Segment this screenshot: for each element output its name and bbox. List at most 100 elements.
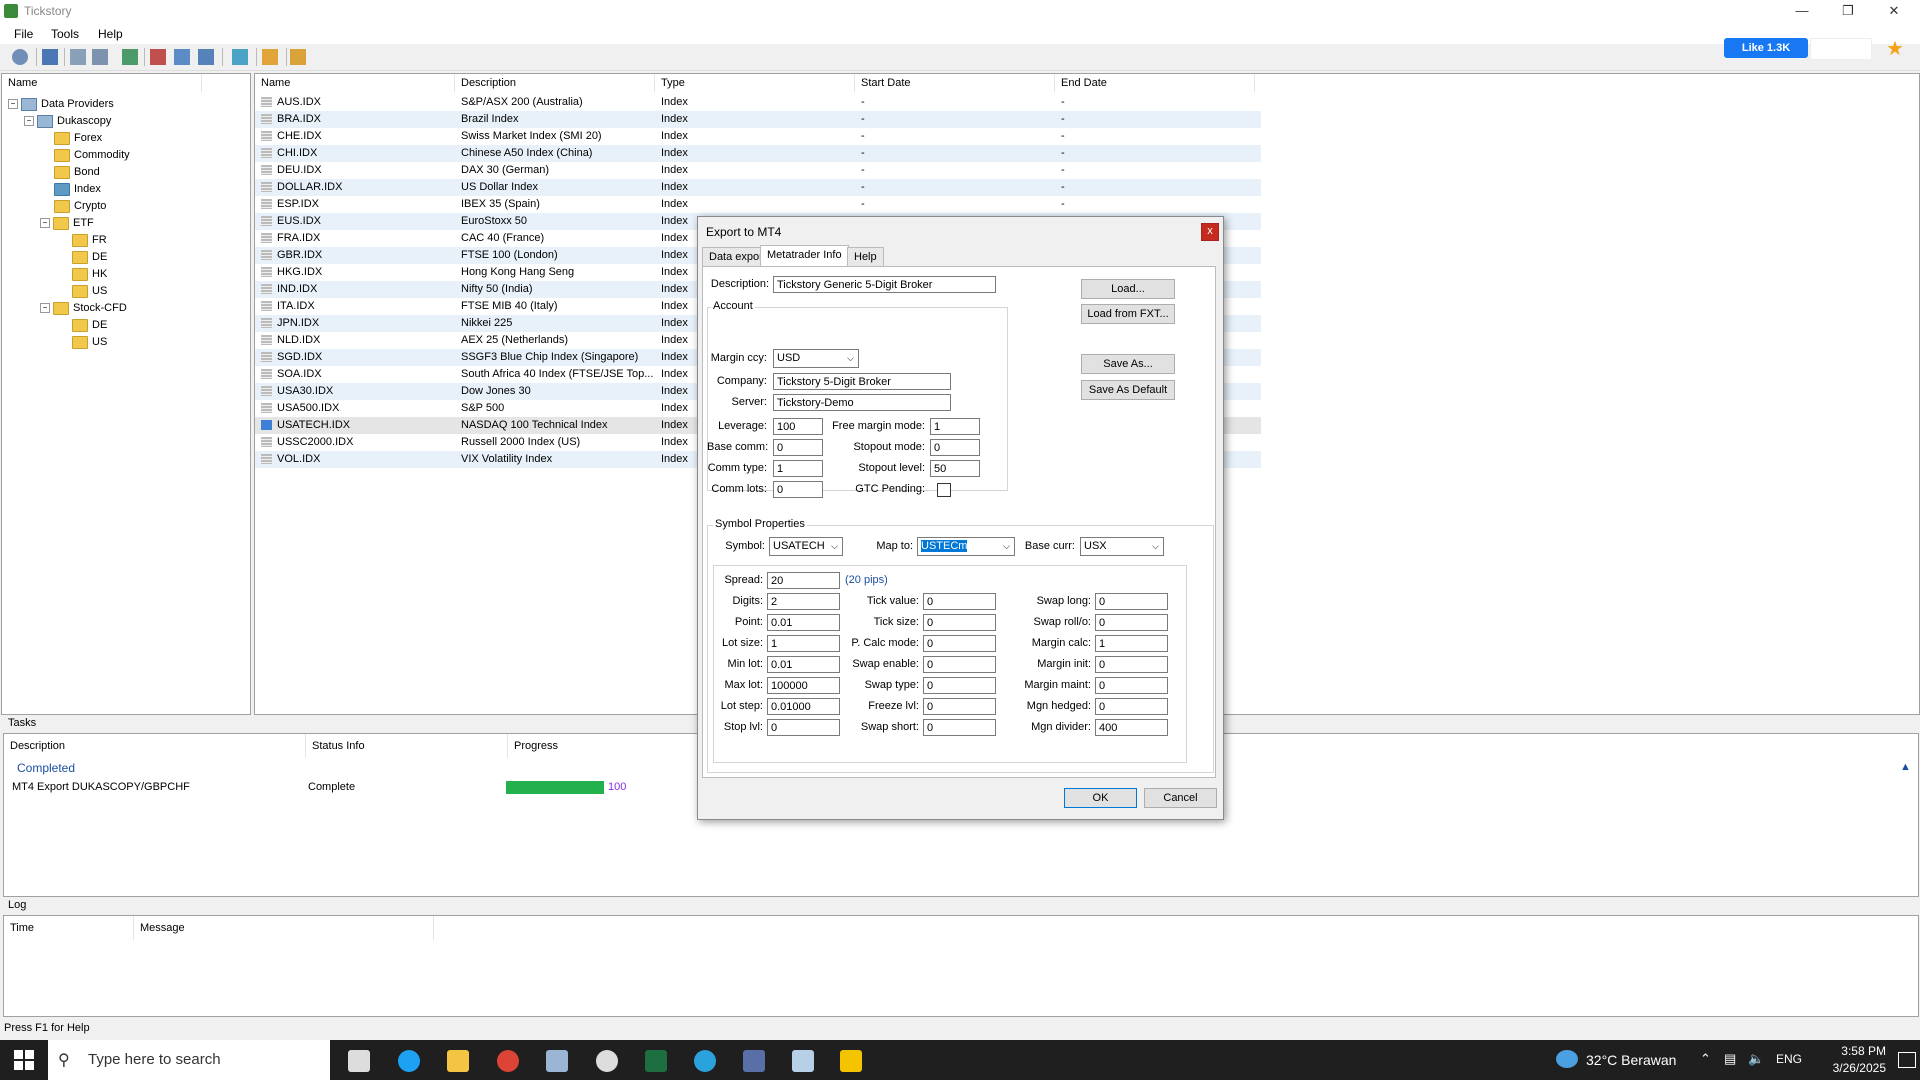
tree-node-forex[interactable]: Forex — [54, 130, 102, 146]
digits-input[interactable]: 2 — [767, 593, 840, 610]
swap-enable-input[interactable]: 0 — [923, 656, 996, 673]
table-row[interactable]: DEU.IDX DAX 30 (German) Index - - — [255, 162, 1261, 179]
log-col-time[interactable]: Time — [4, 916, 134, 940]
save-as-default-button[interactable]: Save As Default — [1081, 380, 1175, 400]
ok-button[interactable]: OK — [1064, 788, 1137, 808]
tasks-col-progress[interactable]: Progress — [508, 734, 708, 758]
col-header-type[interactable]: Type — [655, 74, 855, 92]
swap-roll-input[interactable]: 0 — [1095, 614, 1168, 631]
lot-size-input[interactable]: 1 — [767, 635, 840, 652]
margin-ccy-select[interactable]: USD ⌵ — [773, 349, 859, 368]
task-view-icon[interactable] — [348, 1050, 370, 1072]
weather-text[interactable]: 32°C Berawan — [1586, 1052, 1676, 1068]
close-window-button[interactable]: ✕ — [1872, 0, 1916, 22]
tree-header[interactable]: Name — [2, 74, 202, 92]
table-row[interactable]: ESP.IDX IBEX 35 (Spain) Index - - — [255, 196, 1261, 213]
notifications-icon[interactable] — [1898, 1052, 1916, 1068]
mgn-divider-input[interactable]: 400 — [1095, 719, 1168, 736]
weather-icon[interactable] — [1556, 1050, 1578, 1068]
refresh-icon[interactable] — [232, 49, 248, 65]
load-button[interactable]: Load... — [1081, 279, 1175, 299]
database-icon[interactable] — [42, 49, 58, 65]
tasks-col-description[interactable]: Description — [4, 734, 306, 758]
col-header-start-date[interactable]: Start Date — [855, 74, 1055, 92]
symbol-select[interactable]: USATECH ⌵ — [769, 537, 843, 556]
server-input[interactable]: Tickstory-Demo — [773, 394, 951, 411]
edge-icon[interactable] — [398, 1050, 420, 1072]
network-tray-icon[interactable]: ▤ — [1724, 1051, 1736, 1067]
stopout-mode-input[interactable]: 0 — [930, 439, 980, 456]
tree-node-stock-us[interactable]: US — [72, 334, 107, 350]
tick-value-input[interactable]: 0 — [923, 593, 996, 610]
margin-maint-input[interactable]: 0 — [1095, 677, 1168, 694]
settings-gear-icon[interactable] — [596, 1050, 618, 1072]
load-from-fxt-button[interactable]: Load from FXT... — [1081, 304, 1175, 324]
cancel-button[interactable]: Cancel — [1144, 788, 1217, 808]
table-icon[interactable] — [198, 49, 214, 65]
table-row[interactable]: DOLLAR.IDX US Dollar Index Index - - — [255, 179, 1261, 196]
windows-start-icon[interactable] — [14, 1050, 34, 1070]
table-row[interactable]: BRA.IDX Brazil Index Index - - — [255, 111, 1261, 128]
excel-icon[interactable] — [645, 1050, 667, 1072]
lot-step-input[interactable]: 0.01000 — [767, 698, 840, 715]
comm-type-input[interactable]: 1 — [773, 460, 823, 477]
save-as-button[interactable]: Save As... — [1081, 354, 1175, 374]
mgn-hedged-input[interactable]: 0 — [1095, 698, 1168, 715]
chart-icon[interactable] — [122, 49, 138, 65]
tickstory-icon[interactable] — [546, 1050, 568, 1072]
stop-lvl-input[interactable]: 0 — [767, 719, 840, 736]
tree-node-index[interactable]: Index — [54, 181, 101, 197]
swap-short-input[interactable]: 0 — [923, 719, 996, 736]
import-icon[interactable] — [150, 49, 166, 65]
settings-icon[interactable] — [12, 49, 28, 65]
comm-lots-input[interactable]: 0 — [773, 481, 823, 498]
tasks-group-completed[interactable]: Completed — [17, 761, 75, 775]
tree-node-etf-fr[interactable]: FR — [72, 232, 107, 248]
col-header-description[interactable]: Description — [455, 74, 655, 92]
tree-node-bond[interactable]: Bond — [54, 164, 100, 180]
file-explorer-icon[interactable] — [447, 1050, 469, 1072]
spread-input[interactable]: 20 — [767, 572, 840, 589]
map-to-select[interactable]: USTECm ⌵ — [917, 537, 1015, 556]
taskbar-search-box[interactable]: ⚲ Type here to search — [48, 1040, 330, 1080]
export-icon[interactable] — [92, 49, 108, 65]
freeze-lvl-input[interactable]: 0 — [923, 698, 996, 715]
table-row[interactable]: CHE.IDX Swiss Market Index (SMI 20) Index -… — [255, 128, 1261, 145]
max-lot-input[interactable]: 100000 — [767, 677, 840, 694]
calculator-icon[interactable] — [743, 1050, 765, 1072]
gtc-pending-checkbox[interactable] — [937, 483, 951, 497]
description-input[interactable]: Tickstory Generic 5-Digit Broker — [773, 276, 996, 293]
p-calc-mode-input[interactable]: 0 — [923, 635, 996, 652]
star-icon[interactable]: ★ — [1886, 36, 1904, 61]
lock-icon[interactable] — [290, 49, 306, 65]
base-curr-select[interactable]: USX ⌵ — [1080, 537, 1164, 556]
base-comm-input[interactable]: 0 — [773, 439, 823, 456]
menu-tools[interactable]: Tools — [51, 27, 79, 41]
col-header-end-date[interactable]: End Date — [1055, 74, 1255, 92]
tree-node-crypto[interactable]: Crypto — [54, 198, 106, 214]
tick-size-input[interactable]: 0 — [923, 614, 996, 631]
tree-node-etf-hk[interactable]: HK — [72, 266, 107, 282]
tasks-col-status[interactable]: Status Info — [306, 734, 508, 758]
language-indicator[interactable]: ENG — [1776, 1052, 1802, 1066]
tree-node-data-providers[interactable]: − Data Providers — [8, 96, 114, 112]
facebook-like-button[interactable]: Like 1.3K — [1724, 38, 1808, 58]
stopout-level-input[interactable]: 50 — [930, 460, 980, 477]
edit-icon[interactable] — [262, 49, 278, 65]
table-row[interactable]: AUS.IDX S&P/ASX 200 (Australia) Index - - — [255, 94, 1261, 111]
tray-chevron-icon[interactable]: ⌃ — [1700, 1051, 1711, 1067]
collapse-group-icon[interactable]: ▲ — [1900, 761, 1911, 773]
swap-long-input[interactable]: 0 — [1095, 593, 1168, 610]
minimize-button[interactable]: — — [1780, 0, 1824, 22]
graph-icon[interactable] — [174, 49, 190, 65]
dialog-close-button[interactable]: x — [1201, 223, 1219, 241]
margin-calc-input[interactable]: 1 — [1095, 635, 1168, 652]
free-margin-input[interactable]: 1 — [930, 418, 980, 435]
tree-node-stock-cfd[interactable]: − Stock-CFD — [40, 300, 127, 316]
clock-date[interactable]: 3/26/2025 — [1826, 1061, 1886, 1075]
tree-node-etf-us[interactable]: US — [72, 283, 107, 299]
log-col-message[interactable]: Message — [134, 916, 434, 940]
point-input[interactable]: 0.01 — [767, 614, 840, 631]
tab-metatrader-info[interactable]: Metatrader Info — [760, 245, 849, 267]
tree-node-stock-de[interactable]: DE — [72, 317, 107, 333]
